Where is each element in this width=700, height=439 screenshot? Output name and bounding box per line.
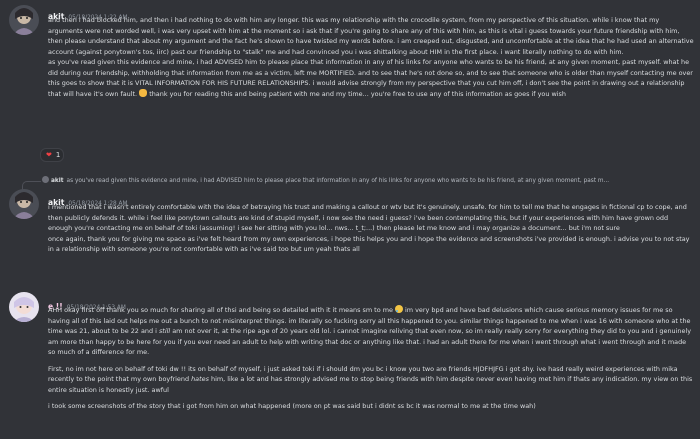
crying-face-emoji-icon	[394, 305, 403, 313]
emphasis-text: hates	[191, 375, 209, 383]
reply-preview-text: as you've read given this evidence and m…	[66, 178, 610, 184]
heart-icon: ❤	[46, 150, 52, 159]
message-content: and then i had blocked him, and then i h…	[48, 15, 694, 99]
message-header: akit 05/18/2024 1:28 AM	[48, 190, 128, 207]
reply-avatar-icon	[42, 176, 49, 183]
message-content: AHH okay first off thank you so much for…	[48, 305, 694, 412]
message-paragraph: i mentioned that i wasn't entirely comfo…	[48, 203, 687, 232]
message-e[interactable]: e !! 05/18/2024 1:53 AM AHH okay first of…	[0, 290, 700, 439]
message-akit-2[interactable]: akit 05/18/2024 1:28 AM i mentioned that …	[0, 186, 700, 286]
emphasis-text: still	[158, 327, 171, 335]
akit-avatar-icon	[9, 189, 39, 219]
message-paragraph: AHH okay first off thank you so much for…	[48, 305, 694, 358]
akit-avatar-icon	[9, 5, 39, 35]
message-paragraph: as you've read given this evidence and m…	[48, 57, 694, 99]
avatar[interactable]	[9, 5, 39, 35]
message-content: i mentioned that i wasn't entirely comfo…	[48, 202, 694, 255]
message-paragraph: and then i had blocked him, and then i h…	[48, 16, 694, 56]
message-text: AHH okay first off thank you so much for…	[48, 306, 395, 314]
avatar[interactable]	[9, 189, 39, 219]
message-text: thank you for reading this and being pat…	[147, 89, 566, 98]
avatar[interactable]	[9, 292, 39, 322]
chat-message-list: akit 05/18/2024 1:22 AM and then i had bl…	[0, 0, 700, 439]
message-paragraph: once again, thank you for giving me spac…	[48, 234, 690, 254]
person-bowing-emoji-icon	[139, 88, 148, 97]
message-paragraph: First, no im not here on behalf of toki …	[48, 364, 694, 396]
reply-username: akit	[51, 178, 64, 184]
message-akit-1[interactable]: akit 05/18/2024 1:22 AM and then i had bl…	[0, 0, 700, 170]
message-paragraph: i took some screenshots of the story tha…	[48, 402, 536, 410]
reaction-count: 1	[55, 151, 61, 159]
reaction-heart[interactable]: ❤ 1	[40, 148, 64, 162]
e-avatar-icon	[9, 292, 39, 322]
